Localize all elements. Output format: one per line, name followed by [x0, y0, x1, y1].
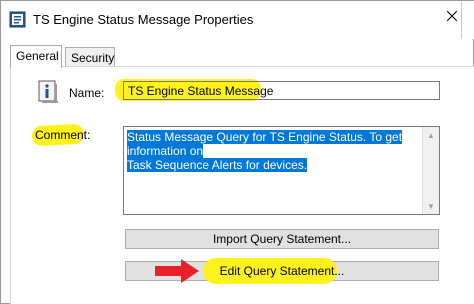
info-icon [38, 80, 58, 103]
comment-line-2: Task Sequence Alerts for devices. [127, 158, 308, 172]
comment-label: Comment: [35, 128, 91, 142]
tab-general[interactable]: General [10, 45, 62, 68]
query-properties-icon [9, 11, 26, 28]
comment-scrollbar[interactable]: ▲ ▼ [422, 127, 439, 214]
name-label: Name: [69, 86, 105, 100]
comment-line-1: Status Message Query for TS Engine Statu… [127, 130, 403, 158]
comment-field[interactable]: Status Message Query for TS Engine Statu… [123, 126, 440, 215]
tab-security[interactable]: Security [65, 47, 115, 67]
scroll-down-icon[interactable]: ▼ [423, 198, 439, 214]
edit-query-button-label: Edit Query Statement... [219, 264, 345, 278]
close-icon [447, 11, 457, 21]
red-arrow-icon [155, 259, 199, 283]
name-field-value: TS Engine Status Message [128, 84, 274, 98]
name-field[interactable]: TS Engine Status Message [123, 81, 440, 100]
comment-field-text: Status Message Query for TS Engine Statu… [127, 130, 417, 172]
title-bar: TS Engine Status Message Properties [1, 1, 474, 39]
scroll-up-icon[interactable]: ▲ [423, 127, 439, 143]
import-query-button[interactable]: Import Query Statement... [125, 229, 439, 249]
close-button[interactable] [429, 1, 474, 31]
properties-dialog: TS Engine Status Message Properties Gene… [0, 0, 474, 304]
window-title: TS Engine Status Message Properties [33, 12, 254, 27]
